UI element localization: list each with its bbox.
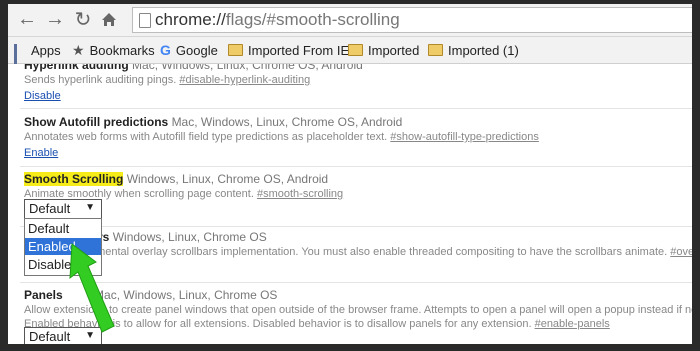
bookmark-google[interactable]: G Google — [160, 41, 218, 59]
divider — [20, 226, 692, 227]
select-value: Default — [29, 329, 71, 344]
divider — [20, 166, 692, 167]
experiment-title: Smooth Scrolling Windows, Linux, Chrome … — [24, 172, 329, 186]
experiment-description: Sends hyperlink auditing pings. #disable… — [24, 74, 311, 86]
bookmark-label: Imported From IE — [248, 42, 350, 58]
bookmarks-bar: Apps ★ Bookmarks G Google Imported From … — [8, 37, 692, 71]
bookmark-imported-1[interactable]: Imported (1) — [428, 41, 519, 59]
enable-link[interactable]: Enable — [24, 147, 58, 159]
home-icon[interactable] — [98, 8, 120, 30]
green-arrow-annotation-icon — [69, 243, 115, 333]
bookmark-bookmarks[interactable]: ★ Bookmarks — [72, 41, 155, 59]
smooth-scrolling-select[interactable]: Default ▼ — [24, 199, 102, 219]
bookmark-label: Bookmarks — [89, 42, 155, 58]
bookmark-label: Google — [175, 42, 218, 58]
experiment-anchor[interactable]: #disable-hyperlink-auditing — [179, 74, 310, 86]
experiment-title: Show Autofill predictions Mac, Windows, … — [24, 115, 403, 129]
experiment-description: Animate smoothly when scrolling page con… — [24, 188, 344, 200]
google-g-icon: G — [160, 42, 171, 58]
experiment-anchor[interactable]: #show-autofill-type-predictions — [390, 131, 539, 143]
bookmark-label: Imported (1) — [448, 42, 519, 58]
folder-icon — [228, 44, 243, 56]
screenshot-frame: ← → ↻ chrome://flags/#smooth-scrolling A… — [0, 0, 700, 351]
address-bar[interactable]: chrome://flags/#smooth-scrolling — [132, 7, 692, 33]
forward-arrow-icon[interactable]: → — [44, 8, 66, 30]
page-icon — [139, 13, 151, 28]
star-icon: ★ — [72, 41, 85, 58]
url-text[interactable]: chrome://flags/#smooth-scrolling — [155, 10, 400, 30]
experiment-autofill-predictions: Show Autofill predictions Mac, Windows, … — [24, 115, 692, 161]
reload-icon[interactable]: ↻ — [72, 8, 94, 31]
experiment-anchor[interactable]: #smooth-scrolling — [257, 188, 343, 200]
dropdown-arrow-icon: ▼ — [85, 202, 95, 213]
folder-icon — [428, 44, 443, 56]
url-scheme: chrome:// — [155, 10, 226, 29]
folder-icon — [348, 44, 363, 56]
url-path: flags/#smooth-scrolling — [225, 10, 400, 29]
bookmark-apps[interactable]: Apps — [14, 41, 61, 71]
apps-grid-icon — [14, 44, 26, 71]
bookmark-label: Apps — [31, 42, 61, 58]
bookmark-imported-from-ie[interactable]: Imported From IE — [228, 41, 349, 59]
experiment-anchor[interactable]: #overlay-scro — [670, 246, 692, 258]
bookmark-label: Imported — [368, 42, 420, 58]
back-arrow-icon[interactable]: ← — [16, 8, 38, 30]
experiment-title: Hyperlink auditing Mac, Windows, Linux, … — [24, 64, 363, 72]
bookmark-imported[interactable]: Imported — [348, 41, 419, 59]
experiment-anchor[interactable]: #enable-panels — [535, 318, 610, 330]
disable-link[interactable]: Disable — [24, 90, 61, 102]
browser-window: ← → ↻ chrome://flags/#smooth-scrolling A… — [8, 4, 692, 344]
experiment-hyperlink-auditing: Hyperlink auditing Mac, Windows, Linux, … — [24, 64, 692, 104]
divider — [20, 108, 692, 109]
browser-toolbar: ← → ↻ chrome://flags/#smooth-scrolling — [8, 4, 692, 37]
experiment-smooth-scrolling: Smooth Scrolling Windows, Linux, Chrome … — [24, 172, 692, 200]
option-default[interactable]: Default — [25, 220, 101, 237]
highlighted-title: Smooth Scrolling — [24, 172, 124, 186]
experiment-description: Annotates web forms with Autofill field … — [24, 131, 539, 143]
select-value: Default — [29, 201, 71, 216]
